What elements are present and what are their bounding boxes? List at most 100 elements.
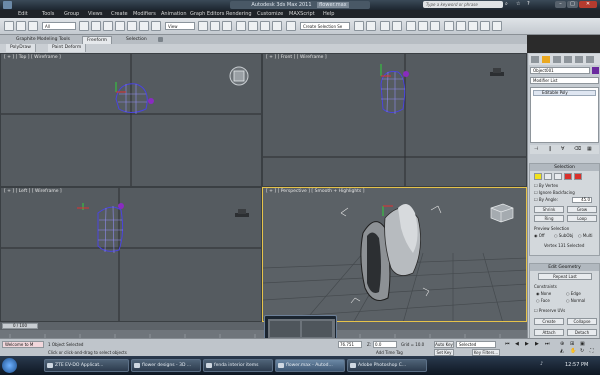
- activeshade-icon[interactable]: [492, 21, 502, 31]
- graphite-toggle-icon[interactable]: [392, 21, 402, 31]
- menu-item-modifiers[interactable]: Modifiers: [133, 10, 156, 18]
- object-color-swatch[interactable]: [592, 67, 599, 74]
- viewport-left[interactable]: [ + ] [ Left ] [ Wireframe ]: [0, 187, 262, 322]
- auto-key-button[interactable]: Auto Key: [434, 341, 454, 348]
- taskbar-item-zte[interactable]: ZTE EV-DO Applicat...: [44, 359, 129, 372]
- x-coordinate-field[interactable]: 76.751: [338, 341, 362, 348]
- collapse-button[interactable]: Collapse: [567, 318, 597, 325]
- detach-button[interactable]: Detach: [567, 329, 597, 336]
- link-icon[interactable]: [28, 21, 38, 31]
- preview-subobj-radio[interactable]: ○ SubObj: [554, 233, 573, 238]
- edge-mode-icon[interactable]: [544, 173, 552, 180]
- redo-icon[interactable]: [16, 21, 26, 31]
- constraint-edge-radio[interactable]: ○ Edge: [566, 291, 581, 296]
- percent-snap-icon[interactable]: [260, 21, 270, 31]
- menu-item-edit[interactable]: Edit: [18, 10, 28, 18]
- modify-tab-icon[interactable]: [542, 56, 550, 63]
- menu-item-maxscript[interactable]: MAXScript: [289, 10, 315, 18]
- utilities-tab-icon[interactable]: [586, 56, 594, 63]
- edit-geometry-header[interactable]: Edit Geometry: [530, 264, 599, 271]
- orbit-icon[interactable]: ↻: [580, 348, 584, 354]
- constraint-none-radio[interactable]: ◉ None: [536, 291, 551, 296]
- by-angle-checkbox[interactable]: ☐ By Angle:: [534, 197, 558, 202]
- menu-item-group[interactable]: Group: [64, 10, 79, 18]
- rect-selection-icon[interactable]: [103, 21, 113, 31]
- show-end-result-icon[interactable]: ❙: [548, 146, 552, 152]
- render-production-icon[interactable]: [480, 21, 490, 31]
- maximize-viewport-icon[interactable]: ⛶: [590, 348, 594, 354]
- viewport-front[interactable]: [ + ] [ Front ] [ Wireframe ]: [262, 53, 527, 187]
- close-button[interactable]: ✕: [579, 1, 597, 8]
- repeat-last-button[interactable]: Repeat Last: [538, 273, 592, 280]
- window-crossing-icon[interactable]: [115, 21, 125, 31]
- go-to-start-icon[interactable]: ⏮: [505, 341, 510, 347]
- z-coordinate-field[interactable]: 0.0: [373, 341, 397, 348]
- create-button[interactable]: Create: [534, 318, 564, 325]
- pan-icon[interactable]: ✋: [570, 348, 576, 354]
- preview-off-radio[interactable]: ◉ Off: [534, 233, 545, 238]
- keyboard-shortcut-icon[interactable]: [222, 21, 232, 31]
- move-icon[interactable]: [127, 21, 137, 31]
- maximize-button[interactable]: □: [567, 1, 578, 8]
- app-icon[interactable]: [3, 1, 12, 9]
- taskbar-item-flower-designs[interactable]: flower designs - 3D ...: [131, 359, 201, 372]
- menu-item-animation[interactable]: Animation: [161, 10, 187, 18]
- shrink-button[interactable]: Shrink: [534, 206, 564, 213]
- select-manipulate-icon[interactable]: [210, 21, 220, 31]
- render-setup-icon[interactable]: [444, 21, 454, 31]
- by-vertex-checkbox[interactable]: ☐ By Vertex: [534, 183, 558, 188]
- menu-item-tools[interactable]: Tools: [42, 10, 54, 18]
- menu-item-graph-editors[interactable]: Graph Editors: [190, 10, 224, 18]
- viewport-top[interactable]: [ + ] [ Top ] [ Wireframe ]: [0, 53, 262, 187]
- make-unique-icon[interactable]: ∀: [561, 146, 564, 152]
- subtab-paint-deform[interactable]: Paint Deform: [48, 44, 87, 52]
- border-mode-icon[interactable]: [554, 173, 562, 180]
- angle-snap-icon[interactable]: [248, 21, 258, 31]
- zoom-icon[interactable]: ⊕: [560, 341, 564, 347]
- play-icon[interactable]: ▶: [525, 341, 529, 347]
- named-selection-dropdown[interactable]: Create Selection Se: [300, 22, 350, 30]
- rendered-frame-icon[interactable]: [456, 21, 466, 31]
- taskbar-item-fenda-interior[interactable]: fenda interior items: [203, 359, 273, 372]
- angle-spinner[interactable]: 45.0: [572, 197, 592, 203]
- star-icon[interactable]: ☆: [516, 1, 524, 8]
- modifier-list-dropdown[interactable]: Modifier List: [530, 77, 599, 84]
- selection-filter-dropdown[interactable]: All: [42, 22, 76, 30]
- curve-editor-icon[interactable]: [406, 21, 416, 31]
- edit-named-selection-icon[interactable]: [286, 21, 296, 31]
- constraint-normal-radio[interactable]: ○ Normal: [566, 298, 585, 303]
- menu-item-rendering[interactable]: Rendering: [226, 10, 252, 18]
- mirror-icon[interactable]: [354, 21, 364, 31]
- go-to-end-icon[interactable]: ⏭: [545, 341, 550, 347]
- create-tab-icon[interactable]: [531, 56, 539, 63]
- display-tab-icon[interactable]: [575, 56, 583, 63]
- speaker-icon[interactable]: ♪: [540, 361, 543, 367]
- clock[interactable]: 12:57 PM: [565, 362, 588, 368]
- select-by-name-icon[interactable]: [91, 21, 101, 31]
- ring-button[interactable]: Ring: [534, 215, 564, 222]
- preserve-uvs-checkbox[interactable]: ☐ Preserve UVs: [534, 308, 565, 313]
- schematic-view-icon[interactable]: [418, 21, 428, 31]
- preview-multi-radio[interactable]: ○ Multi: [578, 233, 593, 238]
- key-filters-button[interactable]: Key Filters...: [472, 349, 500, 356]
- pivot-icon[interactable]: [198, 21, 208, 31]
- material-editor-icon[interactable]: [430, 21, 440, 31]
- configure-sets-icon[interactable]: ▦: [587, 146, 592, 152]
- maxscript-listener[interactable]: Welcome to M: [2, 341, 44, 348]
- next-frame-icon[interactable]: ▶: [535, 341, 539, 347]
- spinner-snap-icon[interactable]: [272, 21, 282, 31]
- object-name-field[interactable]: Object001: [530, 67, 590, 74]
- pin-stack-icon[interactable]: ⊣: [534, 146, 538, 152]
- search-icon[interactable]: ⌕: [505, 1, 513, 8]
- remove-modifier-icon[interactable]: ⌫: [574, 146, 581, 152]
- ignore-backfacing-checkbox[interactable]: ☐ Ignore Backfacing: [534, 190, 575, 195]
- field-of-view-icon[interactable]: ◭: [560, 348, 564, 354]
- search-input[interactable]: Type a keyword or phrase: [423, 1, 503, 8]
- time-slider[interactable]: 0 / 100: [2, 323, 38, 329]
- stack-item-editable-poly[interactable]: Editable Poly: [533, 90, 596, 96]
- attach-button[interactable]: Attach: [534, 329, 564, 336]
- menu-item-views[interactable]: Views: [88, 10, 102, 18]
- taskbar-item-3dsmax[interactable]: flower.max - Autod...: [275, 359, 345, 372]
- menu-item-help[interactable]: Help: [323, 10, 334, 18]
- tray-icons[interactable]: ♪: [540, 361, 550, 369]
